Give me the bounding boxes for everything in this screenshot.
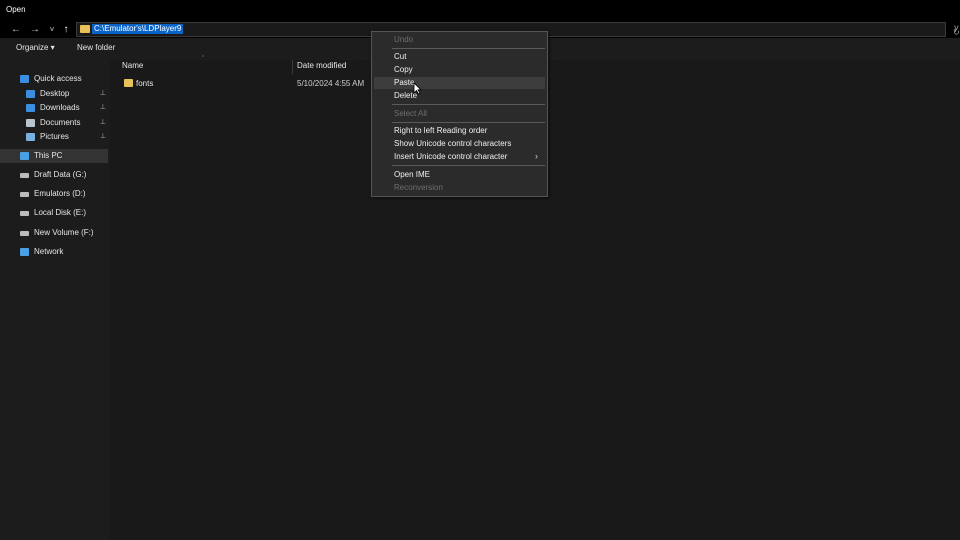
address-path-selected[interactable]: C:\Emulator's\LDPlayer9	[92, 24, 184, 34]
desktop-icon	[26, 90, 35, 98]
drive-icon	[20, 231, 29, 236]
menu-item-cut[interactable]: Cut	[394, 52, 406, 61]
context-menu: Undo Cut Copy Paste Delete Select All Ri…	[371, 31, 548, 197]
download-icon	[26, 104, 35, 112]
menu-separator	[392, 104, 545, 105]
up-arrow-icon[interactable]: ↑	[60, 23, 72, 35]
menu-separator	[392, 48, 545, 49]
file-name: fonts	[136, 79, 154, 88]
column-separator[interactable]	[292, 60, 293, 74]
pin-icon: ⊥	[99, 133, 106, 140]
sidebar-item-emulators-d[interactable]: Emulators (D:)	[0, 187, 108, 201]
title-bar: Open	[0, 0, 960, 20]
organize-button[interactable]: Organize ▾	[16, 43, 55, 52]
sidebar-item-desktop[interactable]: Desktop ⊥	[0, 87, 108, 101]
sidebar-item-label: Quick access	[34, 74, 82, 83]
sidebar-item-label: Local Disk (E:)	[34, 208, 87, 217]
window-title: Open	[6, 5, 26, 14]
network-icon	[20, 248, 29, 256]
sidebar-item-label: Draft Data (G:)	[34, 170, 87, 179]
mouse-pointer-icon	[413, 82, 422, 95]
menu-item-rtl-reading-order[interactable]: Right to left Reading order	[394, 126, 487, 135]
sidebar-item-draft-data-g[interactable]: Draft Data (G:)	[0, 168, 108, 182]
pin-icon: ⊥	[99, 119, 106, 126]
sort-ascending-icon: ˆ	[202, 56, 205, 63]
recent-locations-chevron-icon[interactable]: ˅	[46, 23, 58, 35]
sidebar-item-label: Downloads	[40, 103, 80, 112]
star-icon	[20, 75, 29, 83]
menu-separator	[392, 122, 545, 123]
navigation-pane: Quick access Desktop ⊥ Downloads ⊥ Documents ⊥…	[0, 60, 110, 540]
sidebar-item-label: Emulators (D:)	[34, 189, 86, 198]
sidebar-item-local-disk-e[interactable]: Local Disk (E:)	[0, 206, 108, 220]
menu-separator	[392, 165, 545, 166]
new-folder-button[interactable]: New folder	[77, 43, 115, 52]
sidebar-item-label: This PC	[34, 151, 63, 160]
drive-icon	[20, 173, 29, 178]
sidebar-item-pictures[interactable]: Pictures ⊥	[0, 130, 108, 144]
column-header-name[interactable]: Name	[122, 61, 143, 75]
documents-icon	[26, 119, 35, 127]
sidebar-item-label: Documents	[40, 118, 81, 127]
column-header-date-modified[interactable]: Date modified	[297, 61, 346, 75]
sidebar-item-documents[interactable]: Documents ⊥	[0, 116, 108, 130]
folder-icon	[80, 25, 90, 33]
file-date: 5/10/2024 4:55 AM	[297, 79, 365, 88]
folder-icon	[124, 79, 133, 87]
sidebar-item-label: Network	[34, 247, 64, 256]
drive-icon	[20, 211, 29, 216]
menu-item-insert-unicode-control[interactable]: Insert Unicode control character	[394, 152, 507, 161]
sidebar-item-label: Pictures	[40, 132, 69, 141]
sidebar-item-new-volume-f[interactable]: New Volume (F:)	[0, 226, 108, 240]
menu-item-reconversion: Reconversion	[394, 183, 443, 192]
menu-item-paste[interactable]: Paste	[394, 78, 414, 87]
back-arrow-icon[interactable]: ←	[10, 23, 22, 35]
sidebar-item-quick-access[interactable]: Quick access	[0, 72, 108, 86]
menu-item-select-all: Select All	[394, 109, 427, 118]
sidebar-item-label: New Volume (F:)	[34, 228, 94, 237]
pictures-icon	[26, 133, 35, 141]
pin-icon: ⊥	[99, 90, 106, 97]
submenu-chevron-icon: ›	[535, 151, 538, 161]
sidebar-item-network[interactable]: Network	[0, 245, 108, 259]
menu-item-undo: Undo	[394, 35, 414, 44]
sidebar-item-downloads[interactable]: Downloads ⊥	[0, 101, 108, 115]
file-row[interactable]: fonts 5/10/2024 4:55 AM	[124, 78, 404, 90]
computer-icon	[20, 152, 29, 160]
sidebar-item-this-pc[interactable]: This PC	[0, 149, 108, 163]
pin-icon: ⊥	[99, 104, 106, 111]
drive-icon	[20, 192, 29, 197]
forward-arrow-icon[interactable]: →	[29, 23, 41, 35]
menu-item-copy[interactable]: Copy	[394, 65, 413, 74]
sidebar-item-label: Desktop	[40, 89, 70, 98]
menu-item-open-ime[interactable]: Open IME	[394, 170, 430, 179]
menu-item-show-unicode-control[interactable]: Show Unicode control characters	[394, 139, 511, 148]
